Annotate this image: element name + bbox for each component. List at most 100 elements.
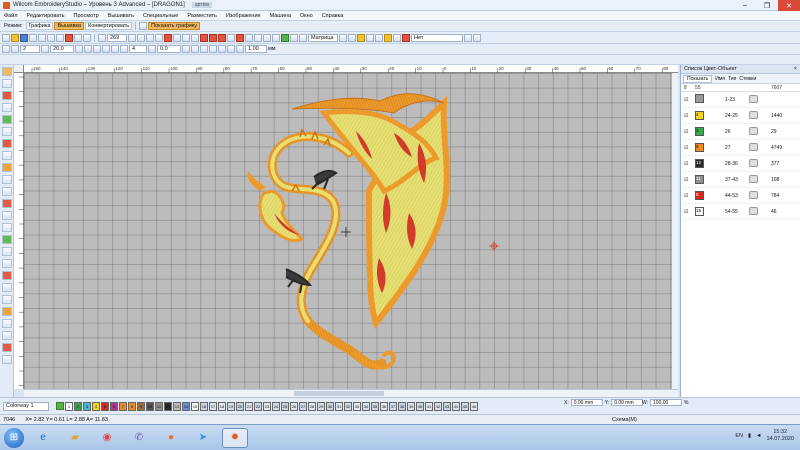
palette-color-chip[interactable]: 41	[425, 401, 433, 411]
palette-color-chip[interactable]: 20	[236, 401, 244, 411]
palette-color-chip[interactable]: 44	[452, 401, 460, 411]
palette-color-chip[interactable]: 10	[146, 401, 154, 411]
palette-color-chip[interactable]: 45	[461, 401, 469, 411]
effect-dropdown-icon[interactable]	[464, 33, 472, 42]
turning-fill-icon[interactable]	[1, 151, 12, 160]
color-object-row[interactable]: ☑ 3 26 29	[681, 124, 800, 140]
stitch-type-icon[interactable]	[2, 45, 10, 53]
palette-color-chip[interactable]: 1	[65, 401, 73, 411]
palette-color-chip[interactable]: 5	[101, 401, 109, 411]
palette-color-chip[interactable]: 46	[470, 401, 478, 411]
rectangle-tool-icon[interactable]	[1, 223, 12, 232]
open-folder-icon[interactable]	[11, 33, 19, 42]
row-visible-icon[interactable]: ☑	[681, 129, 695, 135]
palette-color-chip[interactable]: 17	[209, 401, 217, 411]
edge-icon[interactable]	[120, 45, 128, 53]
palette-color-chip[interactable]: 26	[290, 401, 298, 411]
copy-icon[interactable]	[47, 33, 55, 42]
palette-color-chip[interactable]: 29	[317, 401, 325, 411]
palette-color-chip[interactable]: 4	[92, 401, 100, 411]
menu-view[interactable]: Просмотр	[74, 13, 99, 19]
needle-icon[interactable]	[245, 33, 253, 42]
offset-tool-icon[interactable]	[1, 295, 12, 304]
minimize-button[interactable]: –	[734, 0, 756, 11]
settings-icon[interactable]	[139, 22, 148, 30]
palette-color-chip[interactable]: 6	[110, 401, 118, 411]
color-object-row[interactable]: ☑ 1-23	[681, 92, 800, 108]
lettering-tool-icon[interactable]	[1, 175, 12, 184]
trace-icon[interactable]	[200, 33, 208, 42]
knife-tool-icon[interactable]	[1, 259, 12, 268]
menu-edit[interactable]: Редактировать	[27, 13, 65, 19]
palette-color-chip[interactable]: 33	[353, 401, 361, 411]
color-object-row[interactable]: ☑ 8 27 4749	[681, 140, 800, 156]
palette-color-chip[interactable]: 31	[335, 401, 343, 411]
language-indicator[interactable]: EN	[735, 433, 743, 439]
row-visible-icon[interactable]: ☑	[681, 161, 695, 167]
palette-color-chip[interactable]: 11	[155, 401, 163, 411]
scrollbar-thumb[interactable]	[294, 391, 384, 396]
spacing-icon[interactable]	[11, 45, 19, 53]
zoom-dropdown-icon[interactable]	[128, 33, 136, 42]
undo-icon[interactable]	[74, 33, 82, 42]
zoom-tool-icon[interactable]	[1, 355, 12, 364]
refresh-icon[interactable]	[281, 33, 289, 42]
palette-color-chip[interactable]: 16	[200, 401, 208, 411]
zoom-field[interactable]: 269	[107, 33, 127, 42]
circle-tool-icon[interactable]	[1, 211, 12, 220]
horizontal-scrollbar[interactable]	[24, 389, 678, 397]
palette-color-chip[interactable]: 28	[308, 401, 316, 411]
color-swatch[interactable]: 4	[695, 111, 704, 120]
design-info-icon[interactable]	[254, 33, 262, 42]
no-effect-icon[interactable]	[402, 33, 410, 42]
ungroup-icon[interactable]	[227, 45, 235, 53]
branching-icon[interactable]	[290, 33, 298, 42]
palette-color-chip[interactable]: 40	[416, 401, 424, 411]
palette-color-chip[interactable]: 19	[227, 401, 235, 411]
underlay-icon[interactable]	[111, 45, 119, 53]
coord-w-field[interactable]: 100.00	[650, 399, 683, 406]
column-tool-icon[interactable]	[1, 115, 12, 124]
save-icon[interactable]	[20, 33, 28, 42]
rotate-icon[interactable]	[148, 45, 156, 53]
color-object-row[interactable]: ☑ 4 24-25 1440	[681, 108, 800, 124]
coord-x-field[interactable]: 0.00 mm	[570, 399, 603, 406]
zoom-icon[interactable]	[98, 33, 106, 42]
dragon-embroidery-design[interactable]	[24, 73, 678, 389]
remove-overlap-icon[interactable]	[1, 307, 12, 316]
length-icon[interactable]	[41, 45, 49, 53]
fabric-dropdown-icon[interactable]	[339, 33, 347, 42]
row-visible-icon[interactable]: ☑	[681, 113, 695, 119]
palette-color-chip[interactable]: 3	[83, 401, 91, 411]
folder-icon[interactable]: ▰	[62, 428, 88, 448]
motif-tool-icon[interactable]	[1, 235, 12, 244]
viber-icon[interactable]: ✆	[126, 428, 152, 448]
stitch-player-icon[interactable]	[164, 33, 172, 42]
firefox-icon[interactable]: ●	[158, 428, 184, 448]
sequence-icon[interactable]	[272, 33, 280, 42]
skew-icon[interactable]	[200, 45, 208, 53]
fabric-select[interactable]: Матрица	[308, 33, 338, 42]
vertical-scrollbar[interactable]	[672, 73, 678, 389]
new-file-icon[interactable]	[2, 33, 10, 42]
rotation-field[interactable]: 0.0	[157, 45, 181, 53]
network-icon[interactable]: ▮	[748, 433, 751, 439]
palette-color-chip[interactable]: 34	[362, 401, 370, 411]
palette-color-chip[interactable]: 43	[443, 401, 451, 411]
menu-special[interactable]: Специальные	[143, 13, 178, 19]
mode-graphics-button[interactable]: Графика	[25, 22, 54, 30]
fill-icon[interactable]	[218, 33, 226, 42]
complex-fill-icon[interactable]	[1, 139, 12, 148]
delete-icon[interactable]	[65, 33, 73, 42]
monogram-tool-icon[interactable]	[1, 187, 12, 196]
row-visible-icon[interactable]: ☑	[681, 97, 695, 103]
color-object-row[interactable]: ☑ 5 44-53 784	[681, 188, 800, 204]
density-field[interactable]: 4	[129, 45, 147, 53]
line-width-field[interactable]: 1.00	[245, 45, 267, 53]
run-tool-icon[interactable]	[1, 103, 12, 112]
machine-icon[interactable]	[348, 33, 356, 42]
color-swatch[interactable]: 8	[695, 143, 704, 152]
palette-color-chip[interactable]: 7	[119, 401, 127, 411]
palette-color-chip[interactable]: 30	[326, 401, 334, 411]
menu-image[interactable]: Изображение	[226, 13, 261, 19]
